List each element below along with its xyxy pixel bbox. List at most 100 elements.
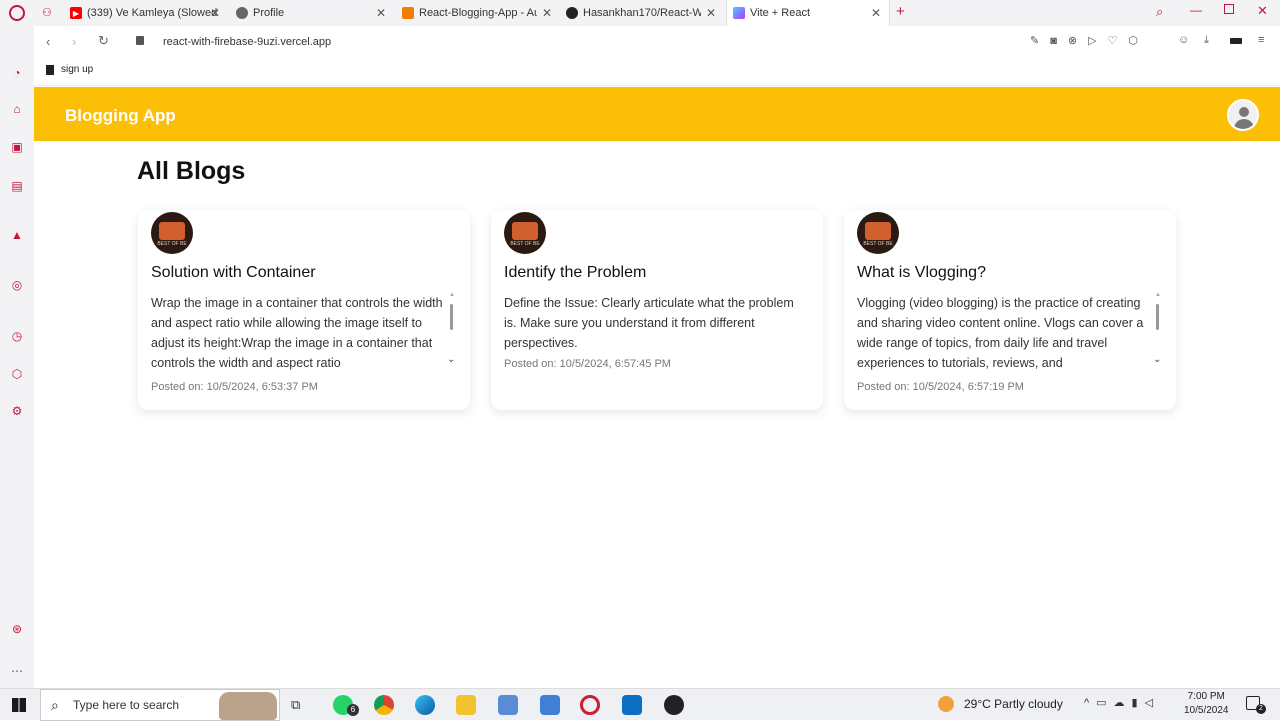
vscode-icon[interactable] [622, 695, 642, 715]
app-icon-2[interactable] [540, 695, 560, 715]
browser-tab-bar: ⚇ ▶ (339) Ve Kamleya (Slowed ✕ Profile ✕… [0, 0, 1280, 26]
battery-icon[interactable] [1230, 38, 1242, 44]
history-icon[interactable]: ◷ [10, 329, 24, 343]
close-tab-icon[interactable]: ✕ [542, 6, 552, 20]
windows-start-icon[interactable] [12, 698, 26, 712]
clock-time: 7:00 PM [1187, 691, 1225, 702]
opera-sidebar: ◔ ⌂ ▣ ▤ ▲ ◎ ◷ ⬡ ⚙ ⊛ ⋯ [0, 26, 34, 688]
scroll-down-icon[interactable]: ⌄ [1153, 354, 1161, 365]
bookmark-signup[interactable]: sign up [46, 64, 93, 75]
profile-icon[interactable]: ☺ [1178, 34, 1189, 46]
blog-title: Identify the Problem [504, 264, 647, 281]
tab-youtube[interactable]: ▶ (339) Ve Kamleya (Slowed ✕ [64, 0, 228, 26]
blog-date: Posted on: 10/5/2024, 6:57:19 PM [857, 381, 1024, 393]
new-tab-button[interactable]: + [896, 3, 905, 20]
close-tab-icon[interactable]: ✕ [871, 6, 881, 20]
player-icon[interactable]: ◎ [10, 278, 24, 292]
opera-menu-icon[interactable] [9, 5, 25, 21]
close-window-button[interactable]: ✕ [1257, 3, 1268, 19]
download-icon[interactable]: ⤓ [1204, 34, 1209, 47]
app-icon[interactable] [498, 695, 518, 715]
author-avatar: BEST OF BE [857, 212, 899, 254]
more-icon[interactable]: ⋯ [10, 664, 24, 678]
file-explorer-icon[interactable] [456, 695, 476, 715]
scroll-thumb[interactable] [1156, 304, 1159, 330]
settings-icon[interactable]: ⚙ [10, 404, 24, 418]
content-scrollbar[interactable]: ▲ ⌄ [1153, 292, 1161, 372]
blog-content: Define the Issue: Clearly articulate wha… [504, 296, 794, 350]
avatar[interactable] [1227, 99, 1259, 131]
lock-icon[interactable] [136, 36, 144, 45]
weather-text[interactable]: 29°C Partly cloudy [964, 697, 1063, 711]
tab-firebase[interactable]: React-Blogging-App - Aut ✕ [396, 0, 560, 26]
maximize-button[interactable] [1224, 4, 1234, 14]
content-scrollbar[interactable]: ▲ ⌄ [447, 292, 455, 372]
task-view-icon[interactable]: ⧉ [291, 697, 300, 713]
scroll-down-icon[interactable]: ⌄ [447, 354, 455, 365]
extensions-icon[interactable]: ⬡ [10, 367, 24, 381]
ai-icon[interactable]: ▤ [10, 179, 24, 193]
avatar-body [1234, 119, 1254, 129]
url-field[interactable]: react-with-firebase-9uzi.vercel.app [163, 36, 331, 48]
clock-date: 10/5/2024 [1184, 705, 1229, 716]
scroll-thumb[interactable] [450, 304, 453, 330]
author-avatar: BEST OF BE [504, 212, 546, 254]
bookmarks-bar: sign up [34, 58, 1280, 86]
avatar-head [1239, 107, 1249, 117]
easy-setup-icon[interactable]: ≡ [1258, 34, 1264, 46]
close-tab-icon[interactable]: ✕ [706, 6, 716, 20]
scroll-up-icon[interactable]: ▲ [449, 292, 455, 298]
edge-icon[interactable] [415, 695, 435, 715]
firebase-icon [402, 7, 414, 19]
chrome-icon[interactable] [374, 695, 394, 715]
minimize-button[interactable]: — [1190, 3, 1202, 17]
blog-title: What is Vlogging? [857, 264, 986, 281]
reload-icon[interactable]: ↻ [98, 33, 109, 49]
address-bar: ‹ › ↻ react-with-firebase-9uzi.vercel.ap… [34, 26, 1280, 58]
opera-icon[interactable] [580, 695, 600, 715]
forward-icon[interactable]: › [72, 34, 76, 49]
search-icon: ⌕ [51, 697, 59, 713]
author-avatar: BEST OF BE [151, 212, 193, 254]
scroll-up-icon[interactable]: ▲ [1155, 292, 1161, 298]
system-clock[interactable]: 7:00 PM 10/5/2024 [1184, 690, 1229, 718]
weather-icon[interactable] [938, 696, 954, 712]
close-tab-icon[interactable]: ✕ [210, 6, 220, 20]
tab-github[interactable]: Hasankhan170/React-With ✕ [560, 0, 724, 26]
tab-title: (339) Ve Kamleya (Slowed [87, 7, 218, 19]
shopping-icon[interactable]: ⌂ [10, 102, 24, 116]
back-icon[interactable]: ‹ [46, 34, 50, 49]
twitch-icon[interactable]: ▣ [10, 140, 24, 154]
tab-title: Vite + React [750, 7, 811, 19]
blog-card: BEST OF BE Solution with Container Wrap … [138, 210, 470, 410]
tab-manager-icon[interactable]: ⚇ [42, 6, 52, 19]
aria-icon[interactable]: ▲ [10, 228, 24, 242]
blog-content: Wrap the image in a container that contr… [151, 296, 443, 370]
app-icon-3[interactable] [664, 695, 684, 715]
blog-card: BEST OF BE Identify the Problem Define t… [491, 210, 823, 410]
page-title: All Blogs [137, 157, 246, 185]
image-caption: BEST OF BE [510, 241, 540, 247]
github-icon [566, 7, 578, 19]
tab-title: Hasankhan170/React-With [583, 7, 701, 19]
tab-title: React-Blogging-App - Aut [419, 7, 537, 19]
sidebar-setup-icon[interactable]: ⊛ [10, 622, 24, 636]
search-placeholder: Type here to search [73, 698, 180, 712]
image-caption: BEST OF BE [157, 241, 187, 247]
tab-vite-react[interactable]: Vite + React ✕ [726, 0, 890, 26]
speed-dial-icon[interactable]: ◔ [10, 66, 24, 80]
search-tabs-icon[interactable]: ⌕ [1156, 4, 1163, 20]
blog-title: Solution with Container [151, 264, 316, 281]
whatsapp-badge: 6 [347, 704, 359, 716]
taskbar-search[interactable]: ⌕ Type here to search [40, 689, 280, 721]
close-tab-icon[interactable]: ✕ [376, 6, 386, 20]
windows-taskbar: ⌕ Type here to search ⧉ 6 29°C Partly cl… [0, 688, 1280, 721]
tab-profile[interactable]: Profile ✕ [230, 0, 394, 26]
bookmark-label: sign up [61, 64, 94, 75]
document-icon [46, 64, 54, 75]
image-emblem [865, 222, 891, 240]
globe-icon [236, 7, 248, 19]
tray-icons[interactable]: ^▭☁▮◁ [1084, 696, 1160, 709]
image-caption: BEST OF BE [863, 241, 893, 247]
brand-title[interactable]: Blogging App [65, 106, 176, 126]
